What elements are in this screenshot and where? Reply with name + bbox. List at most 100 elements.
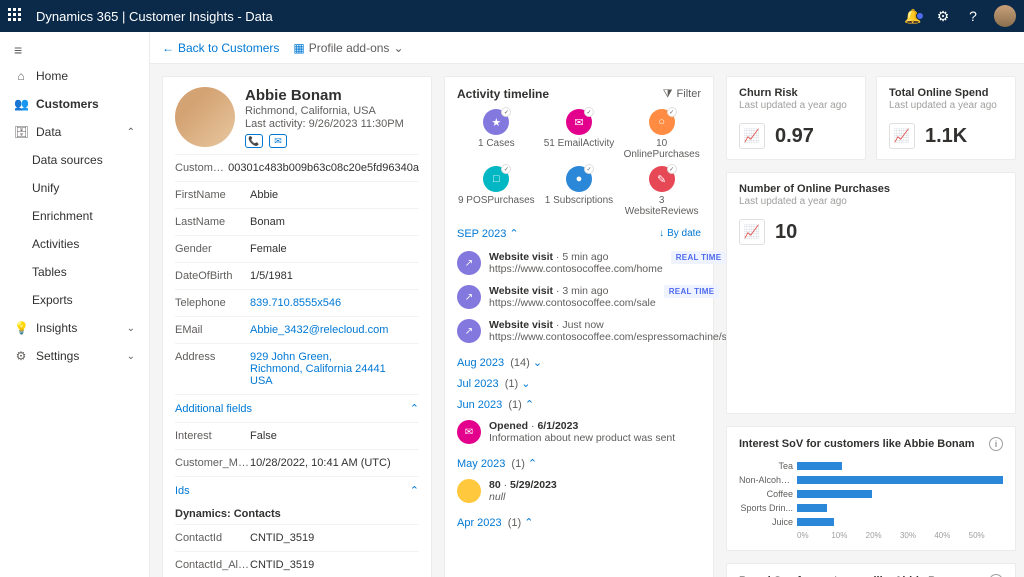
timeline-item[interactable]: ✉Opened · 6/1/2023Information about new … bbox=[457, 415, 701, 449]
month-toggle[interactable]: May 2023 (1) ⌃ bbox=[457, 457, 701, 470]
month-sep[interactable]: SEP 2023 ⌃ bbox=[457, 227, 519, 240]
field-label: Address bbox=[175, 351, 250, 363]
kpi-updated: Last updated a year ago bbox=[889, 100, 1003, 111]
field-value[interactable]: 839.710.8555x546 bbox=[250, 297, 419, 309]
bulb-icon: 💡 bbox=[14, 321, 28, 335]
field-value[interactable]: 929 John Green, Richmond, California 244… bbox=[250, 351, 419, 387]
realtime-badge: REAL TIME bbox=[671, 251, 727, 264]
ids-toggle[interactable]: Ids⌃ bbox=[175, 476, 419, 504]
kpi-online-spend: Total Online Spend Last updated a year a… bbox=[876, 76, 1016, 160]
nav-sub-item[interactable]: Enrichment bbox=[0, 202, 149, 230]
menu-toggle-icon[interactable]: ≡ bbox=[0, 38, 149, 62]
field-label: Customer_Modified... bbox=[175, 457, 250, 469]
field-row: DateOfBirth1/5/1981 bbox=[175, 262, 419, 289]
activity-summary-item[interactable]: ✎✓3 WebsiteReviews bbox=[622, 166, 701, 217]
timeline-item[interactable]: 80 · 5/29/2023null bbox=[457, 474, 701, 508]
activity-ball-icon: ●✓ bbox=[566, 166, 592, 192]
mail-icon[interactable]: ✉ bbox=[269, 134, 287, 148]
nav-home[interactable]: ⌂Home bbox=[0, 62, 149, 90]
field-value: Bonam bbox=[250, 216, 419, 228]
activity-summary-item[interactable]: □✓9 POSPurchases bbox=[457, 166, 536, 217]
field-value: Female bbox=[250, 243, 419, 255]
bar-label: Juice bbox=[739, 517, 793, 527]
activity-summary-item[interactable]: ★✓1 Cases bbox=[457, 109, 536, 160]
kpi-updated: Last updated a year ago bbox=[739, 196, 1003, 207]
chevron-up-icon: ⌃ bbox=[127, 127, 135, 138]
month-label: SEP 2023 bbox=[457, 228, 506, 240]
command-bar: ←Back to Customers ▦Profile add-ons⌄ bbox=[150, 32, 1024, 64]
chevron-down-icon: ⌄ bbox=[127, 351, 135, 362]
filter-button[interactable]: ⧩ Filter bbox=[663, 88, 701, 101]
activity-summary-item[interactable]: ✉✓51 EmailActivity bbox=[540, 109, 619, 160]
bar-label: Non-Alcohol... bbox=[739, 475, 793, 485]
nav-insights[interactable]: 💡Insights⌄ bbox=[0, 314, 149, 342]
field-row: CustomerId00301c483b009b63c08c20e5fd9634… bbox=[175, 154, 419, 181]
nav-customers[interactable]: 👥Customers bbox=[0, 90, 149, 118]
nav-sub-item[interactable]: Activities bbox=[0, 230, 149, 258]
field-row: Telephone839.710.8555x546 bbox=[175, 289, 419, 316]
kpi-value: 0.97 bbox=[775, 125, 814, 148]
user-avatar[interactable] bbox=[994, 5, 1016, 27]
bar bbox=[797, 518, 834, 526]
month-toggle[interactable]: Jul 2023 (1) ⌄ bbox=[457, 377, 701, 390]
activity-ball-icon: □✓ bbox=[483, 166, 509, 192]
month-toggle[interactable]: Aug 2023 (14) ⌄ bbox=[457, 356, 701, 369]
sort-bydate[interactable]: ↓By date bbox=[659, 228, 701, 239]
field-label: CustomerId bbox=[175, 162, 228, 174]
bar-row: Sports Drin... bbox=[739, 501, 1003, 515]
field-value: 1/5/1981 bbox=[250, 270, 419, 282]
kpi-label: Total Online Spend bbox=[889, 87, 1003, 99]
activity-summary-item[interactable]: ○✓10 OnlinePurchases bbox=[622, 109, 701, 160]
field-label: DateOfBirth bbox=[175, 270, 250, 282]
chevron-up-icon: ⌃ bbox=[509, 228, 518, 240]
timeline-item[interactable]: ↗ Website visit · 5 min agohttps://www.c… bbox=[457, 246, 701, 280]
bar-label: Sports Drin... bbox=[739, 503, 793, 513]
chevron-up-icon: ⌃ bbox=[410, 402, 419, 415]
nav-settings[interactable]: ⚙Settings⌄ bbox=[0, 342, 149, 370]
nav-data[interactable]: 🗄Data⌃ bbox=[0, 118, 149, 146]
customer-location: Richmond, California, USA bbox=[245, 105, 404, 117]
app-launcher-icon[interactable] bbox=[8, 8, 24, 24]
nav-sub-item[interactable]: Unify bbox=[0, 174, 149, 202]
settings-icon[interactable]: ⚙ bbox=[928, 8, 958, 25]
field-row: Address929 John Green, Richmond, Califor… bbox=[175, 343, 419, 394]
additional-fields-toggle[interactable]: Additional fields⌃ bbox=[175, 394, 419, 422]
filter-label: Filter bbox=[677, 88, 701, 100]
bar-row: Coffee bbox=[739, 487, 1003, 501]
field-value: CNTID_3519 bbox=[250, 559, 419, 571]
bar bbox=[797, 490, 872, 498]
timeline-item[interactable]: ↗ Website visit · 3 min agohttps://www.c… bbox=[457, 280, 701, 314]
home-icon: ⌂ bbox=[14, 69, 28, 83]
nav-sub-item[interactable]: Tables bbox=[0, 258, 149, 286]
nav-sub-item[interactable]: Exports bbox=[0, 286, 149, 314]
bydate-label: By date bbox=[667, 228, 701, 239]
bar-row: Tea bbox=[739, 459, 1003, 473]
axis-tick: 40% bbox=[934, 531, 968, 540]
nav-label: Insights bbox=[36, 321, 77, 335]
notifications-icon[interactable]: 🔔 bbox=[898, 8, 928, 25]
axis-tick: 50% bbox=[969, 531, 1003, 540]
filter-icon: ⧩ bbox=[663, 88, 673, 101]
nav-sub-item[interactable]: Data sources bbox=[0, 146, 149, 174]
field-value[interactable]: Abbie_3432@relecloud.com bbox=[250, 324, 419, 336]
sidebar: ≡ ⌂Home 👥Customers 🗄Data⌃ Data sourcesUn… bbox=[0, 32, 150, 577]
trend-icon: 📈 bbox=[739, 123, 765, 149]
profile-addons-button[interactable]: ▦Profile add-ons⌄ bbox=[293, 41, 403, 55]
activity-ball-icon: ✉✓ bbox=[566, 109, 592, 135]
month-toggle[interactable]: Apr 2023 (1) ⌃ bbox=[457, 516, 701, 529]
back-button[interactable]: ←Back to Customers bbox=[162, 41, 279, 55]
info-icon[interactable]: i bbox=[989, 437, 1003, 451]
month-toggle[interactable]: Jun 2023 (1) ⌃ bbox=[457, 398, 701, 411]
trend-icon: 📈 bbox=[739, 219, 765, 245]
phone-icon[interactable]: 📞 bbox=[245, 134, 263, 148]
axis-tick: 0% bbox=[797, 531, 831, 540]
field-value: Abbie bbox=[250, 189, 419, 201]
nav-label: Settings bbox=[36, 349, 79, 363]
bar-row: Non-Alcohol... bbox=[739, 473, 1003, 487]
sort-icon: ↓ bbox=[659, 228, 664, 239]
activity-summary-item[interactable]: ●✓1 Subscriptions bbox=[540, 166, 619, 217]
timeline-item[interactable]: ↗ Website visit · Just nowhttps://www.co… bbox=[457, 314, 701, 348]
check-icon: ✓ bbox=[584, 164, 594, 174]
check-icon: ✓ bbox=[501, 164, 511, 174]
help-icon[interactable]: ? bbox=[958, 8, 988, 24]
